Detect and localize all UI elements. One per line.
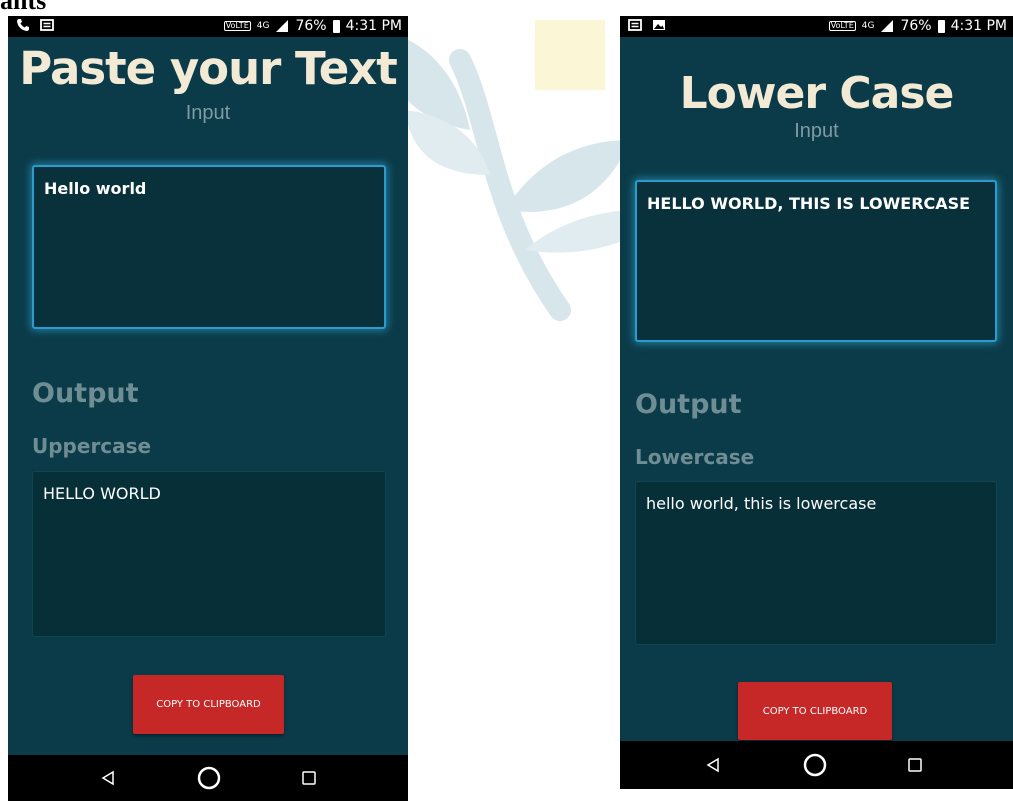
phone-icon bbox=[17, 19, 29, 31]
back-triangle-icon bbox=[101, 770, 114, 786]
clock: 4:31 PM bbox=[950, 18, 1007, 34]
battery-percent: 76% bbox=[900, 18, 932, 34]
battery-percent: 76% bbox=[295, 18, 327, 34]
back-button[interactable] bbox=[83, 755, 133, 801]
text-input[interactable]: HELLO WORLD, THIS IS LOWERCASE bbox=[635, 180, 997, 342]
input-label: Input bbox=[794, 120, 839, 142]
output-heading: Output bbox=[32, 378, 139, 409]
home-button[interactable] bbox=[184, 755, 234, 801]
page-margin bbox=[620, 789, 1013, 801]
output-mode-label: Lowercase bbox=[635, 445, 755, 469]
status-bar: VoLTE 4G 76% 4:31 PM bbox=[8, 16, 408, 37]
recents-button[interactable] bbox=[284, 755, 334, 801]
recents-square-icon bbox=[302, 771, 316, 785]
signal-icon bbox=[276, 20, 289, 32]
back-button[interactable] bbox=[688, 741, 738, 789]
home-circle-icon bbox=[803, 753, 827, 777]
network-type: 4G bbox=[861, 21, 875, 31]
copy-to-clipboard-button[interactable]: COPY TO CLIPBOARD bbox=[133, 675, 284, 734]
output-mode-label: Uppercase bbox=[32, 434, 152, 458]
output-text-area[interactable]: HELLO WORLD bbox=[32, 471, 386, 637]
cropped-heading-text: ants bbox=[0, 0, 47, 15]
output-text-area[interactable]: hello world, this is lowercase bbox=[635, 481, 997, 645]
battery-icon bbox=[937, 19, 945, 33]
clock: 4:31 PM bbox=[345, 18, 402, 34]
status-bar: VoLTE 4G 76% 4:31 PM bbox=[620, 16, 1013, 37]
copy-to-clipboard-button[interactable]: COPY TO CLIPBOARD bbox=[738, 682, 892, 740]
signal-icon bbox=[881, 20, 894, 32]
home-circle-icon bbox=[197, 766, 221, 790]
phone-screen-uppercase: VoLTE 4G 76% 4:31 PM Paste your Text Inp… bbox=[8, 16, 408, 801]
page-title: Paste your Text bbox=[19, 42, 398, 95]
page-title: Lower Case bbox=[679, 68, 955, 119]
message-icon bbox=[628, 19, 642, 31]
image-icon bbox=[653, 20, 665, 30]
back-triangle-icon bbox=[706, 757, 719, 773]
volte-icon: VoLTE bbox=[828, 21, 856, 31]
navigation-bar bbox=[8, 755, 408, 801]
navigation-bar bbox=[620, 741, 1013, 789]
network-type: 4G bbox=[256, 21, 270, 31]
battery-icon bbox=[332, 19, 340, 33]
recents-square-icon bbox=[908, 758, 922, 772]
input-label: Input bbox=[185, 102, 231, 124]
recents-button[interactable] bbox=[890, 741, 940, 789]
volte-icon: VoLTE bbox=[223, 21, 251, 31]
phone-screen-lowercase: VoLTE 4G 76% 4:31 PM Lower Case Input HE… bbox=[620, 16, 1013, 801]
output-heading: Output bbox=[635, 389, 742, 420]
message-icon bbox=[40, 19, 54, 31]
home-button[interactable] bbox=[790, 741, 840, 789]
text-input[interactable]: Hello world bbox=[32, 165, 386, 329]
